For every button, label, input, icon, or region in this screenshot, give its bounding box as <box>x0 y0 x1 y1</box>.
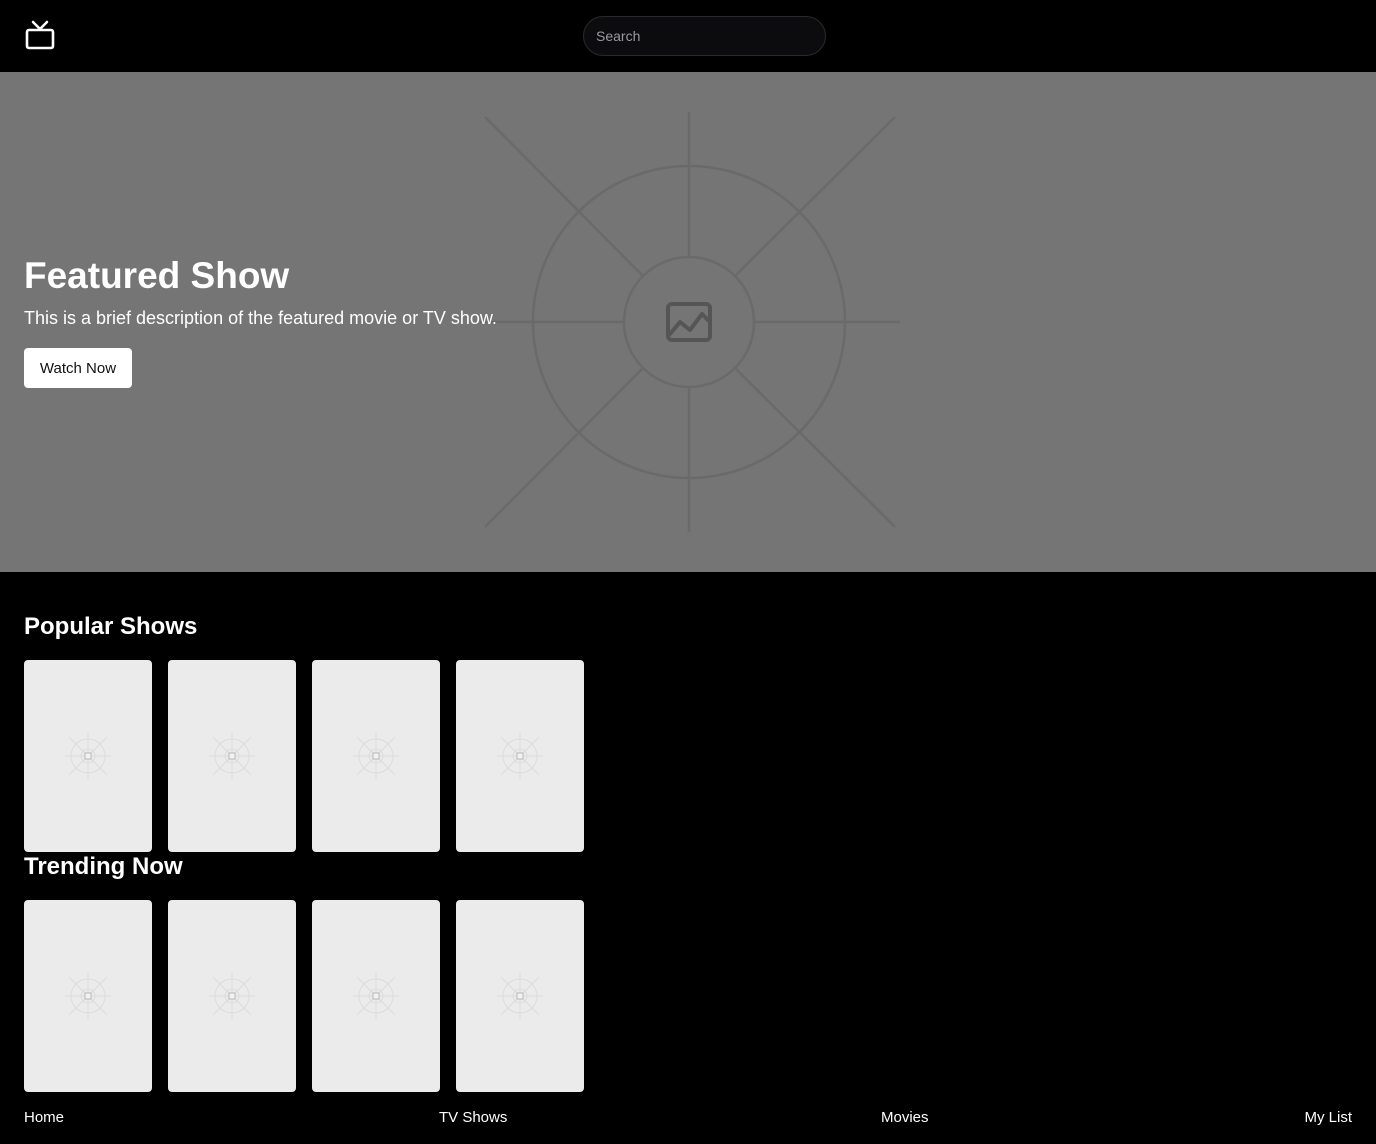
trending-now-row <box>24 900 584 1092</box>
image-placeholder-icon <box>480 112 900 532</box>
nav-link-tv-shows[interactable]: TV Shows <box>439 1108 507 1128</box>
hero-description: This is a brief description of the featu… <box>24 308 497 328</box>
section-title-trending: Trending Now <box>24 853 183 880</box>
show-card[interactable] <box>312 660 440 852</box>
show-card[interactable] <box>168 660 296 852</box>
nav-link-my-list[interactable]: My List <box>1304 1108 1352 1128</box>
image-placeholder-icon <box>209 973 255 1019</box>
show-card[interactable] <box>168 900 296 1092</box>
search-input[interactable] <box>583 16 826 56</box>
image-placeholder-icon <box>353 733 399 779</box>
show-card[interactable] <box>312 900 440 1092</box>
bottom-nav: Home TV Shows Movies My List <box>0 1104 1376 1132</box>
watch-now-button[interactable]: Watch Now <box>24 348 132 388</box>
hero-title: Featured Show <box>24 255 290 296</box>
show-card[interactable] <box>24 660 152 852</box>
show-card[interactable] <box>456 660 584 852</box>
featured-hero: Featured Show This is a brief descriptio… <box>0 72 1376 572</box>
image-placeholder-icon <box>65 733 111 779</box>
nav-link-home[interactable]: Home <box>24 1108 64 1128</box>
nav-link-movies[interactable]: Movies <box>881 1108 929 1128</box>
image-placeholder-icon <box>497 973 543 1019</box>
show-card[interactable] <box>456 900 584 1092</box>
popular-shows-row <box>24 660 584 852</box>
show-card[interactable] <box>24 900 152 1092</box>
top-bar <box>0 0 1376 72</box>
image-placeholder-icon <box>65 973 111 1019</box>
section-title-popular: Popular Shows <box>24 613 198 640</box>
image-placeholder-icon <box>209 733 255 779</box>
image-placeholder-icon <box>353 973 399 1019</box>
tv-icon[interactable] <box>24 20 56 52</box>
image-placeholder-icon <box>497 733 543 779</box>
